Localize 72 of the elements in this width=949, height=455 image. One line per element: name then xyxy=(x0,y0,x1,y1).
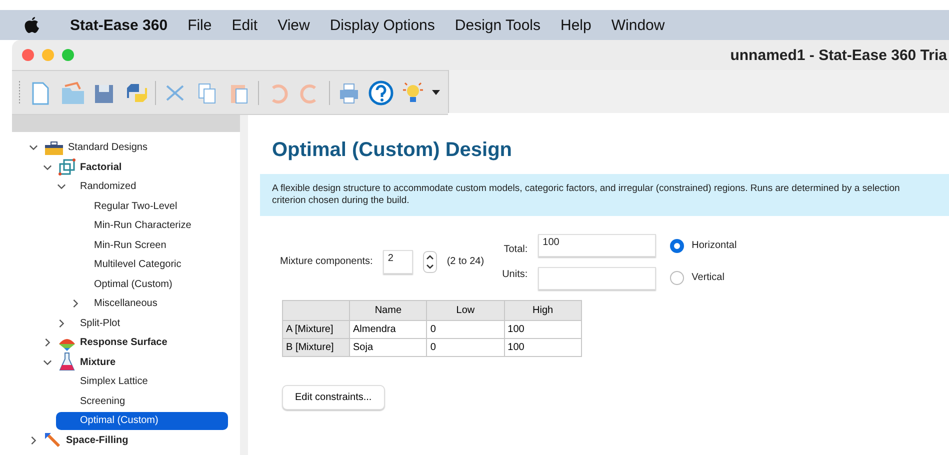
field-label: Total: xyxy=(504,244,528,255)
chevron-icon[interactable] xyxy=(42,338,52,348)
radio-label: Vertical xyxy=(692,272,724,284)
radio-button[interactable] xyxy=(670,238,684,253)
zoom-button[interactable] xyxy=(62,49,74,61)
menu-item[interactable]: Window xyxy=(601,16,675,34)
tree-item[interactable]: Miscellaneous xyxy=(90,298,162,310)
table-corner xyxy=(282,300,350,320)
menu-item[interactable]: Display Options xyxy=(320,16,445,34)
row-header: B [Mixture] xyxy=(282,338,350,356)
spinner-field[interactable]: 2 xyxy=(382,250,413,274)
radio-label: Horizontal xyxy=(692,240,737,252)
field-label: Mixture components: xyxy=(280,256,373,268)
column-header: Low xyxy=(426,300,504,320)
tree-item[interactable]: Simplex Lattice xyxy=(76,376,152,388)
range-hint: (2 to 24) xyxy=(446,256,484,268)
tree-item[interactable]: Optimal (Custom) xyxy=(90,278,176,290)
edit-constraints-button[interactable]: Edit constraints... xyxy=(282,384,385,410)
stepper-icon[interactable] xyxy=(422,250,437,273)
window-title: unnamed1 - Stat-Ease 360 Tria xyxy=(730,46,947,64)
menu-item[interactable]: Edit xyxy=(222,16,268,34)
menu-item[interactable]: Design Tools xyxy=(444,16,550,34)
menu-item[interactable]: View xyxy=(268,16,320,34)
chevron-icon[interactable] xyxy=(42,358,52,367)
folder-icon xyxy=(59,80,85,106)
description-text: A flexible design structure to accommodate custom models, categoric factors, and irregular (constrained) regions. Runs are determined by a selection criterion chosen during the build. xyxy=(260,174,949,216)
tree-item[interactable]: Regular Two-Level xyxy=(90,200,182,212)
tree-item[interactable]: Standard Designs xyxy=(64,142,152,154)
tree-item[interactable]: Mixture xyxy=(76,356,120,368)
apple-logo-icon xyxy=(24,16,40,34)
chevron-icon[interactable] xyxy=(28,143,38,152)
dropdown-caret-icon[interactable] xyxy=(432,90,440,96)
chevron-icon[interactable] xyxy=(42,162,52,172)
flask-icon xyxy=(58,352,76,372)
total-field[interactable]: 100 xyxy=(538,234,656,257)
field-label: Units: xyxy=(502,268,528,280)
help-icon xyxy=(368,80,394,106)
table-cell[interactable]: 100 xyxy=(504,338,582,356)
cube-icon xyxy=(58,158,76,176)
tree-item[interactable]: Split-Plot xyxy=(76,318,124,329)
app-menu[interactable]: Stat-Ease 360 xyxy=(60,16,178,34)
toolbox-icon xyxy=(44,140,64,155)
tree-item[interactable]: Screening xyxy=(76,396,130,407)
tree-item[interactable]: Min-Run Screen xyxy=(90,240,170,251)
chevron-icon[interactable] xyxy=(56,318,66,328)
toolbar-button[interactable] xyxy=(368,80,394,106)
column-header: High xyxy=(504,300,582,320)
chevron-icon[interactable] xyxy=(56,182,66,192)
tree-item[interactable]: Multilevel Categoric xyxy=(90,259,186,270)
diagonal-arrow-icon xyxy=(44,432,62,448)
table-cell[interactable]: Almendra xyxy=(350,320,427,338)
tree-item[interactable]: Space-Filling xyxy=(62,434,132,446)
table-cell[interactable]: 0 xyxy=(426,338,504,356)
page-title: Optimal (Custom) Design xyxy=(272,139,514,162)
toolbar-button[interactable] xyxy=(59,80,85,106)
grip-icon xyxy=(18,80,21,104)
tree-item[interactable]: Factorial xyxy=(76,162,126,173)
table-cell[interactable]: 0 xyxy=(426,320,504,338)
tree-item[interactable]: Randomized xyxy=(76,181,140,192)
tree-item[interactable]: Min-Run Characterize xyxy=(90,220,196,232)
radio-button[interactable] xyxy=(670,270,684,285)
tree-item[interactable]: Response Surface xyxy=(76,337,172,348)
menu-item[interactable]: File xyxy=(178,16,222,34)
chevron-icon[interactable] xyxy=(70,299,80,308)
table-cell[interactable]: Soja xyxy=(350,338,427,356)
column-header: Name xyxy=(350,300,427,320)
close-button[interactable] xyxy=(22,49,34,61)
row-header: A [Mixture] xyxy=(282,320,350,338)
table-cell[interactable]: 100 xyxy=(504,320,582,338)
units-field[interactable] xyxy=(538,266,656,290)
menu-item[interactable]: Help xyxy=(550,16,602,34)
chevron-icon[interactable] xyxy=(28,436,38,445)
